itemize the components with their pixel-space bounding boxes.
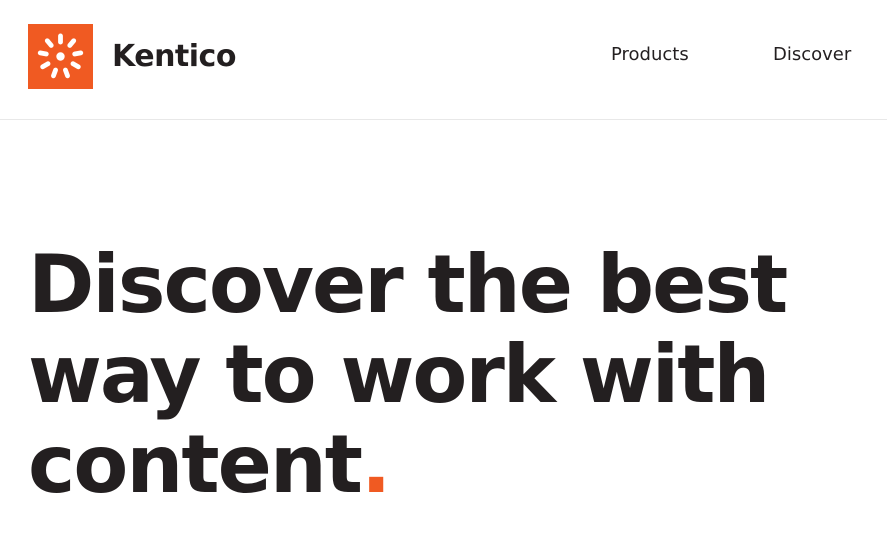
nav-item-products[interactable]: Products xyxy=(611,44,689,65)
hero-accent-dot: . xyxy=(361,418,391,511)
site-header: Kentico Products Discover xyxy=(0,0,887,120)
nav-item-discover[interactable]: Discover xyxy=(773,44,851,65)
main-nav: Products Discover xyxy=(0,44,887,70)
hero-headline-line-1: Discover the best xyxy=(28,238,788,331)
hero-headline-line-2: way to work with xyxy=(28,328,770,421)
hero-headline: Discover the best way to work with conte… xyxy=(28,240,878,510)
hero-headline-line-3: content xyxy=(28,418,363,511)
